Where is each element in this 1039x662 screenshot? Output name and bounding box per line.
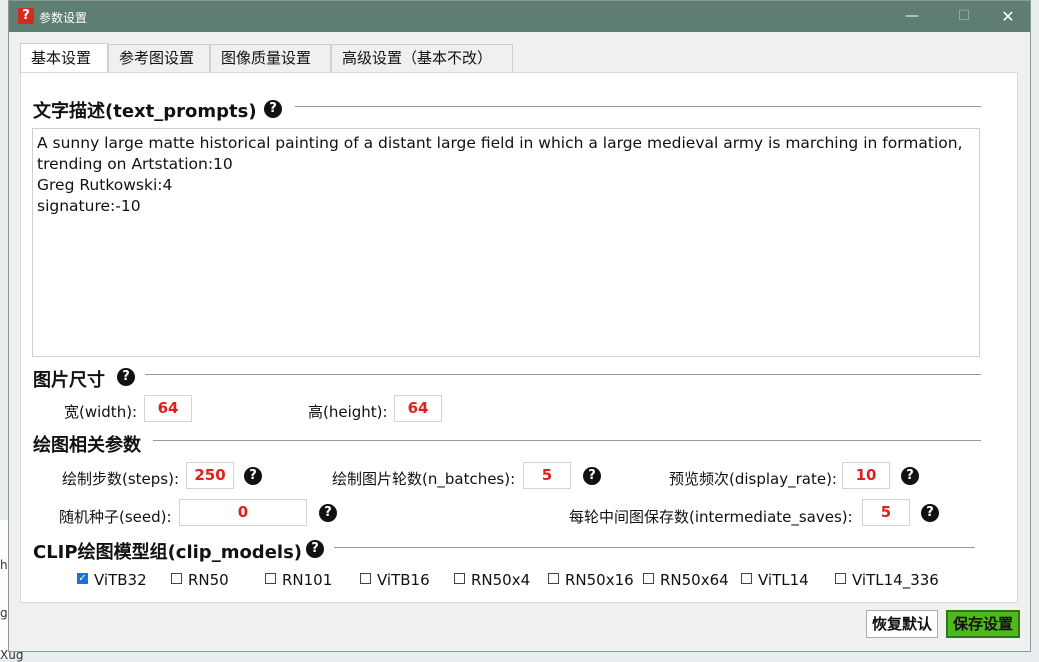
section-divider bbox=[295, 106, 981, 107]
background-text-fragment: g bbox=[0, 606, 8, 620]
height-label: 高(height): bbox=[308, 403, 388, 421]
drawing-params-title: 绘图相关参数 bbox=[33, 435, 141, 456]
help-icon[interactable]: ? bbox=[583, 467, 601, 485]
seed-label: 随机种子(seed): bbox=[59, 508, 172, 526]
tab-advanced-settings[interactable]: 高级设置（基本不改） bbox=[331, 44, 513, 72]
image-size-title: 图片尺寸 bbox=[33, 370, 105, 391]
steps-label: 绘制步数(steps): bbox=[62, 470, 180, 488]
save-settings-button[interactable]: 保存设置 bbox=[946, 610, 1020, 638]
title-bar[interactable]: ? 参数设置 — ☐ ✕ bbox=[9, 1, 1030, 32]
help-icon[interactable]: ? bbox=[319, 504, 337, 522]
checkbox-icon bbox=[548, 573, 559, 584]
checkbox-icon bbox=[741, 573, 752, 584]
display-rate-label: 预览频次(display_rate): bbox=[669, 470, 837, 488]
help-icon[interactable]: ? bbox=[117, 368, 135, 386]
restore-defaults-button[interactable]: 恢复默认 bbox=[866, 610, 938, 638]
clip-model-checkbox-rn50[interactable]: RN50 bbox=[171, 571, 229, 589]
section-divider bbox=[145, 374, 981, 375]
close-button[interactable]: ✕ bbox=[985, 1, 1031, 32]
checkbox-icon bbox=[454, 573, 465, 584]
checkbox-checked-icon: ✓ bbox=[77, 573, 88, 584]
section-divider bbox=[334, 547, 975, 548]
help-icon[interactable]: ? bbox=[901, 467, 919, 485]
settings-dialog: ? 参数设置 — ☐ ✕ 基本设置 参考图设置 图像质量设置 高级设置（基本不改… bbox=[8, 0, 1031, 652]
n-batches-input[interactable]: 5 bbox=[523, 462, 571, 489]
section-divider bbox=[153, 440, 981, 441]
tab-basic-settings[interactable]: 基本设置 bbox=[20, 43, 108, 72]
minimize-button[interactable]: — bbox=[889, 1, 935, 32]
steps-input[interactable]: 250 bbox=[186, 462, 234, 489]
tab-reference-image-settings[interactable]: 参考图设置 bbox=[108, 44, 210, 72]
height-input[interactable]: 64 bbox=[394, 395, 442, 422]
width-label: 宽(width): bbox=[64, 403, 138, 421]
text-prompts-textarea[interactable]: A sunny large matte historical painting … bbox=[32, 128, 980, 357]
clip-model-checkbox-rn101[interactable]: RN101 bbox=[265, 571, 332, 589]
clip-models-title: CLIP绘图模型组(clip_models) bbox=[33, 542, 303, 563]
help-icon[interactable]: ? bbox=[244, 467, 262, 485]
clip-model-checkbox-rn50x4[interactable]: RN50x4 bbox=[454, 571, 530, 589]
help-icon[interactable]: ? bbox=[921, 504, 939, 522]
window-title: 参数设置 bbox=[39, 11, 88, 25]
clip-model-checkbox-rn50x64[interactable]: RN50x64 bbox=[643, 571, 729, 589]
help-icon[interactable]: ? bbox=[306, 540, 324, 558]
intermediate-saves-input[interactable]: 5 bbox=[862, 499, 910, 526]
checkbox-icon bbox=[835, 573, 846, 584]
display-rate-input[interactable]: 10 bbox=[842, 462, 890, 489]
clip-model-checkbox-vitb16[interactable]: ViTB16 bbox=[360, 571, 430, 589]
n-batches-label: 绘制图片轮数(n_batches): bbox=[332, 470, 516, 488]
clip-model-checkbox-vitl14-336[interactable]: ViTL14_336 bbox=[835, 571, 939, 589]
intermediate-saves-label: 每轮中间图保存数(intermediate_saves): bbox=[569, 508, 853, 526]
checkbox-icon bbox=[265, 573, 276, 584]
maximize-button[interactable]: ☐ bbox=[941, 1, 987, 32]
clip-model-checkbox-vitb32[interactable]: ✓ ViTB32 bbox=[77, 571, 147, 589]
app-question-icon: ? bbox=[18, 8, 34, 24]
help-icon[interactable]: ? bbox=[264, 100, 282, 118]
checkbox-icon bbox=[171, 573, 182, 584]
checkbox-icon bbox=[643, 573, 654, 584]
background-text-fragment: h bbox=[0, 558, 8, 572]
text-prompts-title: 文字描述(text_prompts) bbox=[33, 101, 257, 122]
clip-model-checkbox-vitl14[interactable]: ViTL14 bbox=[741, 571, 809, 589]
clip-model-checkbox-rn50x16[interactable]: RN50x16 bbox=[548, 571, 634, 589]
width-input[interactable]: 64 bbox=[144, 395, 192, 422]
basic-settings-panel: 文字描述(text_prompts) ? A sunny large matte… bbox=[20, 72, 1018, 603]
seed-input[interactable]: 0 bbox=[179, 499, 307, 526]
tab-image-quality-settings[interactable]: 图像质量设置 bbox=[210, 44, 331, 72]
checkbox-icon bbox=[360, 573, 371, 584]
